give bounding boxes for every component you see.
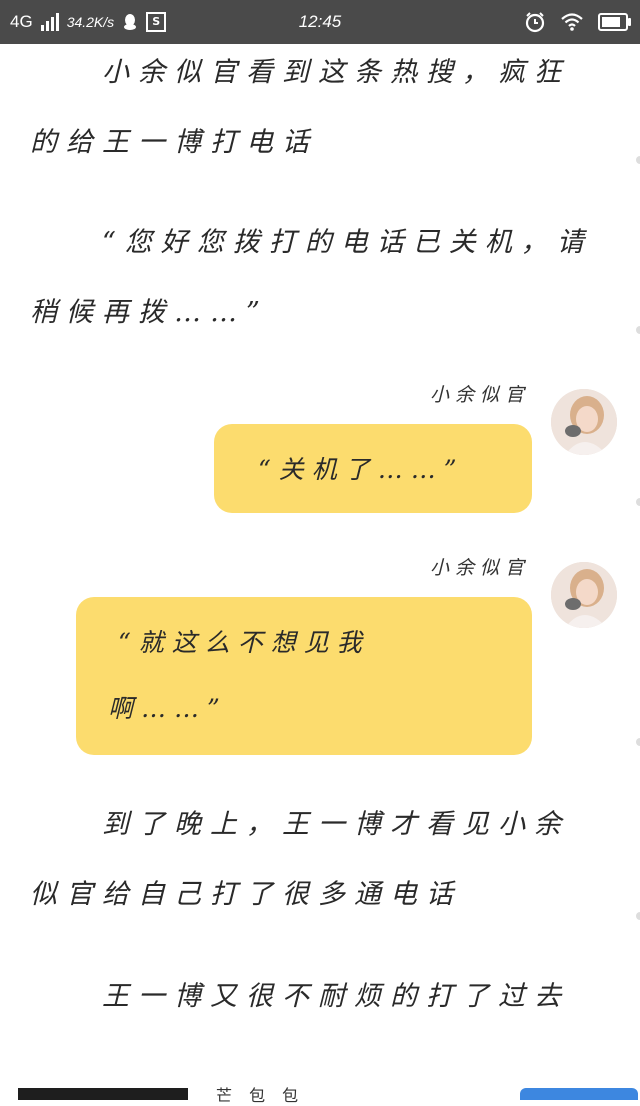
avatar[interactable]: [551, 562, 617, 628]
message-bubble[interactable]: “关机了……”: [214, 424, 532, 513]
edge-indicator: [636, 156, 640, 164]
message-text-line-2: 啊……”: [108, 694, 228, 723]
edge-indicator: [636, 738, 640, 746]
sender-name: 小余似官: [429, 557, 530, 579]
message-text-line-1: “就这么不想见我: [118, 628, 370, 657]
paragraph-2: “您好您拨打的电话已关机，请稍候再拨……”: [30, 227, 593, 328]
avatar[interactable]: [551, 389, 617, 455]
bottom-recommendation[interactable]: 芒 包 包: [0, 1086, 640, 1105]
edge-indicator: [636, 912, 640, 920]
message-bubble[interactable]: “就这么不想见我 啊……”: [76, 597, 532, 755]
alarm-icon: [525, 12, 545, 33]
paragraph-1: 小余似官看到这条热搜，疯狂的给王一博打电话: [30, 57, 570, 158]
battery-level: [602, 17, 620, 27]
paragraph-4: 王一博又很不耐烦的打了过去: [30, 981, 570, 1012]
edge-indicator: [636, 498, 640, 506]
avatar-image: [551, 562, 617, 628]
action-button[interactable]: [520, 1088, 638, 1100]
wifi-icon: [561, 13, 583, 31]
sender-name: 小余似官: [429, 384, 530, 406]
battery-icon: [598, 13, 631, 31]
message-text: “关机了……”: [258, 455, 465, 484]
avatar-image: [551, 389, 617, 455]
recommendation-title: 芒 包 包: [216, 1086, 305, 1105]
paragraph-3: 到了晚上，王一博才看见小余似官给自己打了很多通电话: [30, 809, 570, 910]
video-thumbnail[interactable]: [18, 1088, 188, 1100]
edge-indicator: [636, 326, 640, 334]
